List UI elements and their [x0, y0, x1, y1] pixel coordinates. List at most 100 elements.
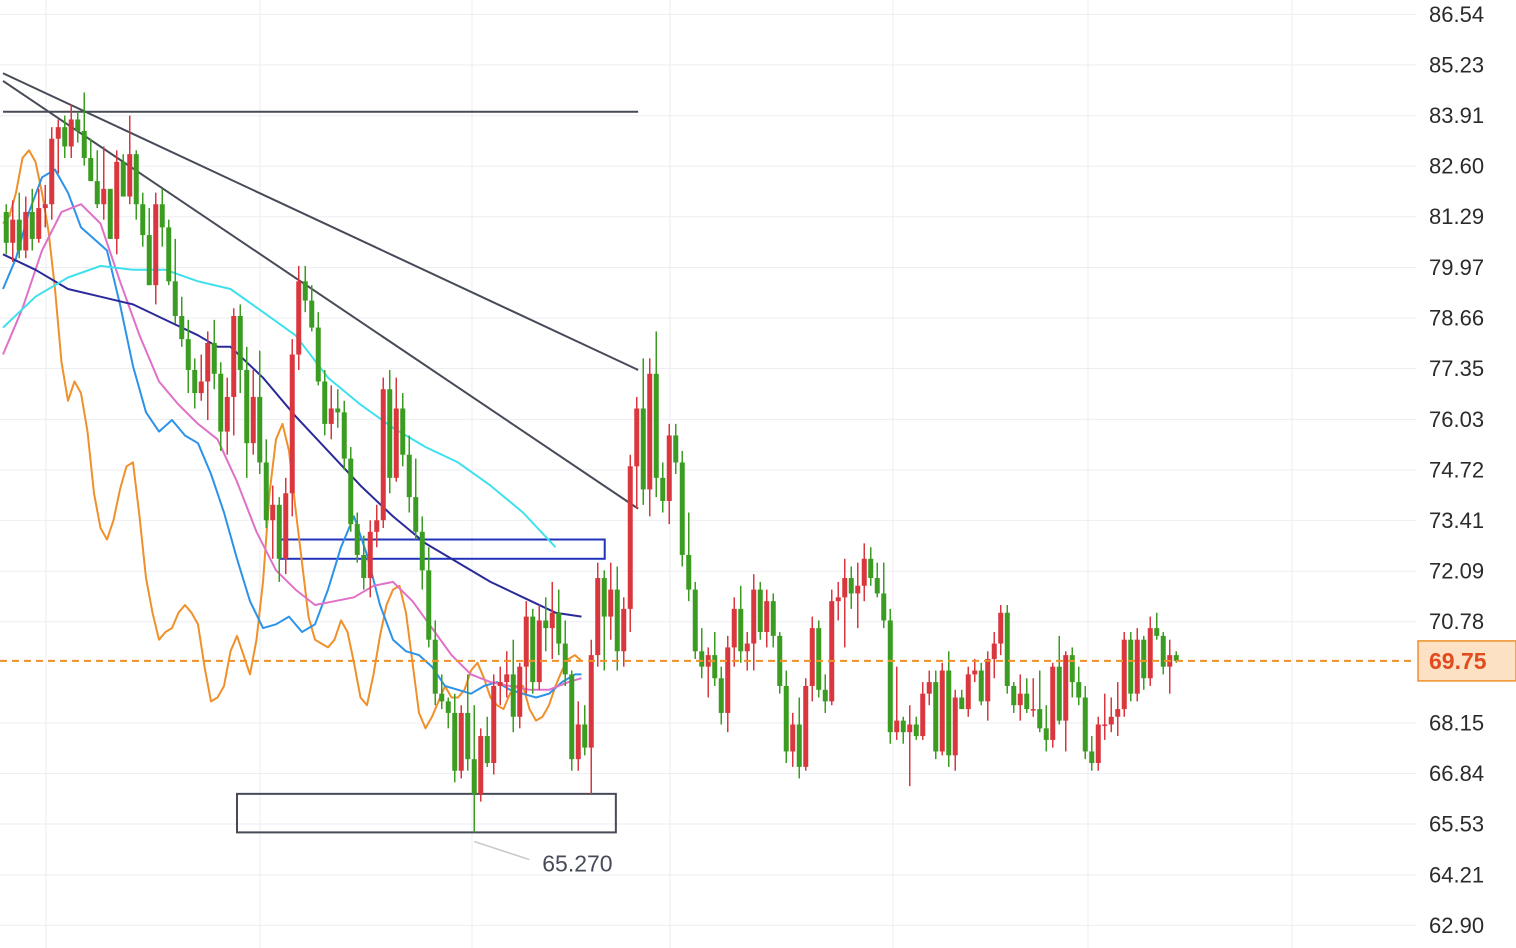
candle-body [692, 589, 698, 652]
candle-body [582, 724, 588, 748]
candle-body [491, 685, 497, 764]
candle-body [1024, 693, 1030, 710]
candle-body [991, 643, 997, 659]
candle-body [946, 670, 952, 756]
candle-body [660, 477, 666, 501]
candle-body [770, 601, 776, 636]
candle-body [640, 408, 646, 490]
candle-body [744, 643, 750, 652]
candle-body [790, 724, 796, 752]
candle-body [393, 408, 399, 478]
candle-body [133, 154, 139, 205]
price-tick-label: 81.29 [1429, 204, 1484, 229]
candle-body [309, 300, 315, 328]
candle-body [471, 759, 477, 794]
candle-body [263, 462, 269, 521]
candle-body [510, 674, 516, 717]
candle-body [848, 578, 854, 594]
candle-body [107, 188, 113, 239]
candle-body [42, 204, 48, 209]
candle-body [653, 373, 659, 478]
candle-body [1082, 697, 1088, 752]
candle-body [283, 493, 289, 559]
price-tick-label: 70.78 [1429, 609, 1484, 634]
candle-body [257, 396, 263, 463]
candle-body [1141, 639, 1147, 679]
candle-body [907, 724, 913, 733]
price-tick-label: 79.97 [1429, 255, 1484, 280]
candle-body [796, 724, 802, 767]
candle-body [465, 712, 471, 760]
candle-body [419, 531, 425, 571]
candle-body [153, 204, 159, 286]
candle-body [783, 685, 789, 752]
candle-body [900, 720, 906, 733]
chart-canvas[interactable]: 65.270 86.54 85.23 83.91 82.60 81.29 79.97 78.… [0, 0, 1516, 948]
candle-body [1089, 751, 1095, 764]
candle-body [29, 211, 35, 239]
candle-body [1115, 709, 1121, 717]
price-tick-label: 65.53 [1429, 812, 1484, 837]
candle-body [231, 316, 237, 397]
candle-body [36, 208, 42, 239]
candle-body [406, 454, 412, 498]
candle-body [1017, 693, 1023, 706]
candle-body [764, 601, 770, 632]
price-tick-label: 73.41 [1429, 508, 1484, 533]
candle-body [614, 589, 620, 652]
candle-body [725, 647, 731, 713]
candle-body [315, 327, 321, 382]
candle-body [985, 658, 991, 702]
candle-body [1050, 666, 1056, 740]
candle-body [588, 655, 594, 748]
candle-body [679, 462, 685, 555]
candle-body [237, 316, 243, 370]
price-tick-label: 82.60 [1429, 154, 1484, 179]
candle-body [1102, 724, 1108, 726]
candle-body [549, 612, 555, 629]
candle-body [913, 724, 919, 737]
candle-body [172, 281, 178, 316]
candle-body [959, 697, 965, 710]
candle-body [712, 655, 718, 679]
candle-body [751, 589, 757, 644]
candlestick-chart[interactable]: 65.270 86.54 85.23 83.91 82.60 81.29 79.97 78.… [0, 0, 1516, 948]
candle-body [816, 628, 822, 690]
candle-body [952, 697, 958, 756]
candle-body [1011, 685, 1017, 706]
candle-body [432, 639, 438, 694]
candle-body [569, 674, 575, 760]
candle-body [1147, 628, 1153, 679]
candle-body [497, 682, 503, 686]
candle-body [1076, 682, 1082, 698]
candle-body [426, 570, 432, 640]
candle-body [595, 578, 601, 656]
candle-body [185, 339, 191, 370]
candle-body [413, 497, 419, 532]
candle-body [250, 396, 256, 444]
candle-body [926, 682, 932, 694]
candle-body [296, 281, 302, 355]
candle-body [673, 435, 679, 463]
candle-body [543, 620, 549, 629]
candle-body [94, 181, 100, 205]
candle-body [608, 589, 614, 617]
candle-body [68, 119, 74, 147]
candle-body [10, 219, 16, 243]
candle-body [341, 412, 347, 459]
price-tick-label: 62.90 [1429, 913, 1484, 938]
candle-body [504, 674, 510, 683]
candle-body [75, 119, 81, 132]
candle-body [88, 158, 94, 182]
candle-body [1043, 728, 1049, 740]
candle-body [634, 408, 640, 467]
candle-body [1134, 639, 1140, 694]
candle-body [289, 354, 295, 494]
candle-body [829, 601, 835, 702]
candle-body [276, 504, 282, 559]
candle-body [517, 666, 523, 717]
candle-body [822, 689, 828, 702]
candle-body [439, 693, 445, 702]
candle-body [159, 204, 165, 228]
candle-body [809, 628, 815, 686]
